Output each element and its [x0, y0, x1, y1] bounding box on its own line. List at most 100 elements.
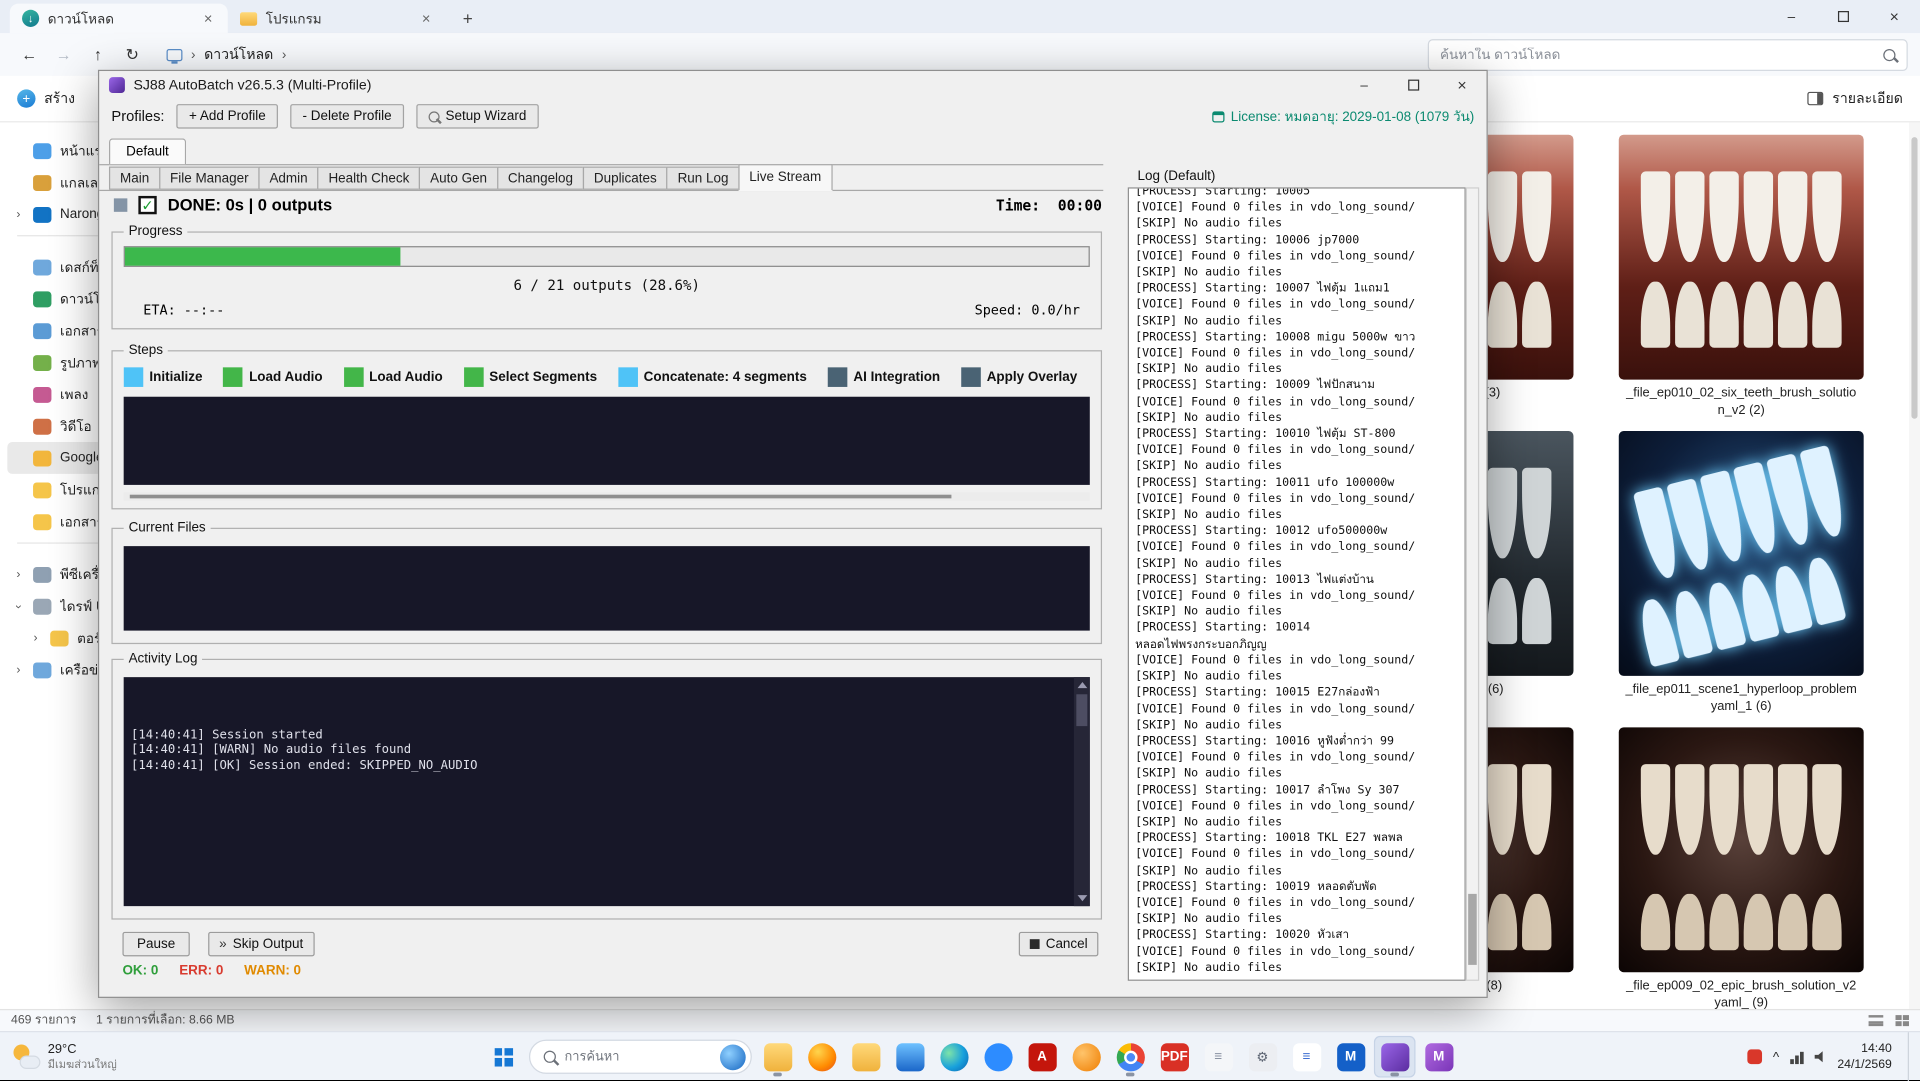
- notepad-icon[interactable]: ≡: [1198, 1036, 1240, 1078]
- main-tab[interactable]: Admin: [258, 167, 318, 190]
- new-tab-button[interactable]: [453, 4, 482, 33]
- autobatch-app-icon[interactable]: [1374, 1036, 1416, 1078]
- close-tab-icon[interactable]: [198, 9, 218, 29]
- notes-icon[interactable]: ≡: [1286, 1036, 1328, 1078]
- scrollbar-thumb[interactable]: [1911, 137, 1917, 419]
- file-item[interactable]: _file_ep011_scene1_hyperloop_problemyaml…: [1619, 431, 1864, 715]
- delete-profile-button[interactable]: - Delete Profile: [290, 104, 404, 128]
- stop-indicator-icon[interactable]: [114, 198, 127, 211]
- up-button[interactable]: [81, 39, 115, 71]
- close-button[interactable]: [1438, 71, 1487, 99]
- file-item[interactable]: _file_ep010_02_six_teeth_brush_solution_…: [1619, 135, 1864, 419]
- show-desktop-button[interactable]: [1908, 1032, 1913, 1081]
- forward-button[interactable]: [47, 39, 81, 71]
- close-tab-icon[interactable]: [416, 9, 436, 29]
- close-button[interactable]: [1869, 0, 1920, 33]
- log-line: [VOICE] Found 0 files in vdo_long_sound/: [1135, 653, 1458, 669]
- current-files-label: Current Files: [124, 520, 211, 535]
- profile-tab-default[interactable]: Default: [109, 138, 186, 164]
- step-color-icon: [828, 367, 848, 387]
- taskbar-search[interactable]: [529, 1040, 752, 1074]
- main-tab[interactable]: Duplicates: [583, 167, 668, 190]
- maximize-button[interactable]: [1389, 71, 1438, 99]
- teeth-graphic: [1641, 282, 1842, 348]
- new-item-button[interactable]: สร้าง: [17, 88, 75, 110]
- taskbar-clock[interactable]: 14:40 24/1/2569: [1837, 1041, 1891, 1073]
- zoom-icon[interactable]: [977, 1036, 1019, 1078]
- scroll-up-icon[interactable]: [1077, 682, 1087, 688]
- details-view-button[interactable]: รายละเอียด: [1808, 88, 1903, 110]
- folder-icon[interactable]: [845, 1036, 887, 1078]
- scrollbar-thumb[interactable]: [1468, 894, 1477, 965]
- step-label: Apply Overlay: [987, 370, 1078, 385]
- explorer-scrollbar[interactable]: [1909, 122, 1920, 1009]
- main-tab[interactable]: Changelog: [497, 167, 584, 190]
- teeth-graphic: [1641, 894, 1842, 950]
- orange-app-icon[interactable]: [1065, 1036, 1107, 1078]
- minimize-button[interactable]: [1766, 0, 1817, 33]
- setup-wizard-button[interactable]: Setup Wizard: [416, 104, 538, 128]
- store-icon[interactable]: [889, 1036, 931, 1078]
- step-chip: AI Integration: [828, 366, 941, 388]
- main-tab[interactable]: Auto Gen: [419, 167, 498, 190]
- file-explorer-icon[interactable]: [757, 1036, 799, 1078]
- activity-log-line: [14:40:41] [OK] Session ended: SKIPPED_N…: [131, 759, 1082, 774]
- firefox-icon[interactable]: [801, 1036, 843, 1078]
- cancel-button[interactable]: Cancel: [1019, 932, 1099, 956]
- app-title: SJ88 AutoBatch v26.5.3 (Multi-Profile): [133, 78, 371, 93]
- main-tab[interactable]: Live Stream: [738, 164, 832, 191]
- skip-output-button[interactable]: Skip Output: [208, 932, 314, 956]
- tray-app-icon[interactable]: [1747, 1049, 1762, 1064]
- start-button[interactable]: [482, 1036, 524, 1078]
- add-profile-button[interactable]: + Add Profile: [177, 104, 278, 128]
- scroll-down-icon[interactable]: [1077, 895, 1087, 901]
- explorer-search-box[interactable]: [1428, 39, 1908, 71]
- breadcrumb[interactable]: ดาวน์โหลด: [167, 43, 287, 65]
- log-line: [VOICE] Found 0 files in vdo_long_sound/: [1135, 394, 1458, 410]
- search-highlight-icon: [720, 1044, 746, 1070]
- edge-icon[interactable]: [933, 1036, 975, 1078]
- maximize-button[interactable]: [1817, 0, 1868, 33]
- breadcrumb-segment[interactable]: ดาวน์โหลด: [204, 43, 273, 65]
- main-tab[interactable]: Run Log: [667, 167, 740, 190]
- main-tab-strip: Main File Manager Admin Health Check Aut…: [99, 165, 1103, 191]
- list-view-icon[interactable]: [1869, 1015, 1884, 1026]
- app-title-bar[interactable]: SJ88 AutoBatch v26.5.3 (Multi-Profile): [99, 71, 1486, 99]
- settings-gear-icon[interactable]: ⚙: [1242, 1036, 1284, 1078]
- autobatch-window: SJ88 AutoBatch v26.5.3 (Multi-Profile) P…: [98, 70, 1488, 998]
- main-tab[interactable]: Main: [109, 167, 160, 190]
- tray-chevron-icon[interactable]: [1773, 1051, 1779, 1066]
- file-item[interactable]: _file_ep009_02_epic_brush_solution_v2yam…: [1619, 727, 1864, 1009]
- acrobat-icon[interactable]: A: [1021, 1036, 1063, 1078]
- volume-icon[interactable]: [1814, 1051, 1826, 1063]
- refresh-button[interactable]: [115, 39, 149, 71]
- explorer-search-input[interactable]: [1440, 47, 1883, 62]
- taskbar-weather-widget[interactable]: 29°C มีเมฆส่วนใหญ่: [12, 1032, 116, 1081]
- mail-app-icon[interactable]: M: [1418, 1036, 1460, 1078]
- step-color-icon: [124, 367, 144, 387]
- done-checkbox-icon: [138, 196, 156, 214]
- activity-log-scrollbar[interactable]: [1074, 677, 1090, 906]
- app-icon: [109, 77, 125, 93]
- log-line: [PROCESS] Starting: 10012 ufo500000w: [1135, 523, 1458, 539]
- explorer-tab-downloads[interactable]: ดาวน์โหลด: [10, 4, 228, 33]
- scrollbar-thumb[interactable]: [130, 495, 951, 499]
- log-scrollbar[interactable]: [1466, 187, 1479, 980]
- file-thumbnail: [1619, 727, 1864, 972]
- thumbnail-view-icon[interactable]: [1896, 1015, 1909, 1026]
- scrollbar-thumb[interactable]: [1076, 694, 1087, 726]
- pause-button[interactable]: Pause: [122, 932, 189, 956]
- main-tab[interactable]: File Manager: [159, 167, 260, 190]
- explorer-tab-programs[interactable]: โปรแกรม: [228, 4, 446, 33]
- network-icon[interactable]: [1790, 1050, 1803, 1063]
- log-line: [PROCESS] Starting: 10005: [1135, 187, 1458, 199]
- log-line: [SKIP] No audio files: [1135, 766, 1458, 782]
- back-button[interactable]: [12, 39, 46, 71]
- pdf-icon[interactable]: PDF: [1153, 1036, 1195, 1078]
- steps-horizontal-scrollbar[interactable]: [124, 492, 1090, 501]
- main-tab[interactable]: Health Check: [317, 167, 420, 190]
- taskbar-search-input[interactable]: [564, 1049, 711, 1064]
- chrome-icon[interactable]: [1109, 1036, 1151, 1078]
- blue-m-app-icon[interactable]: M: [1330, 1036, 1372, 1078]
- minimize-button[interactable]: [1340, 71, 1389, 99]
